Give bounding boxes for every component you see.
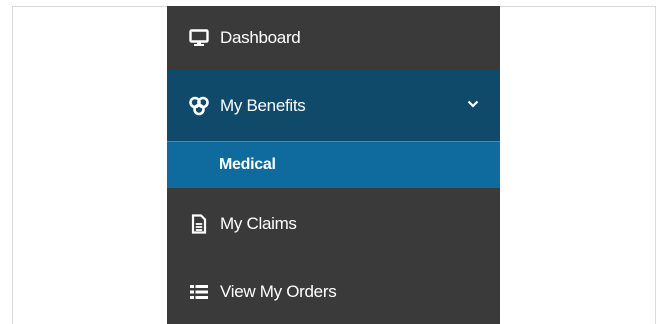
- monitor-icon: [188, 27, 210, 49]
- sidebar-item-view-my-orders[interactable]: View My Orders: [167, 260, 500, 324]
- sidebar-item-label: Dashboard: [220, 28, 301, 47]
- list-icon: [188, 281, 210, 303]
- sidebar-item-label: Medical: [219, 156, 276, 173]
- sidebar-item-my-benefits[interactable]: My Benefits: [167, 70, 500, 141]
- sidebar-nav: Dashboard My Benefits Medical My Claims …: [167, 6, 500, 324]
- sidebar-item-my-claims[interactable]: My Claims: [167, 188, 500, 260]
- document-icon: [188, 213, 210, 235]
- sidebar-item-label: My Claims: [220, 214, 297, 233]
- sidebar-item-label: View My Orders: [220, 282, 337, 301]
- benefits-icon: [188, 95, 210, 117]
- sidebar-item-label: My Benefits: [220, 95, 306, 115]
- sidebar-item-dashboard[interactable]: Dashboard: [167, 6, 500, 70]
- chevron-down-icon[interactable]: [466, 97, 480, 111]
- sidebar-subitem-medical[interactable]: Medical: [167, 141, 500, 188]
